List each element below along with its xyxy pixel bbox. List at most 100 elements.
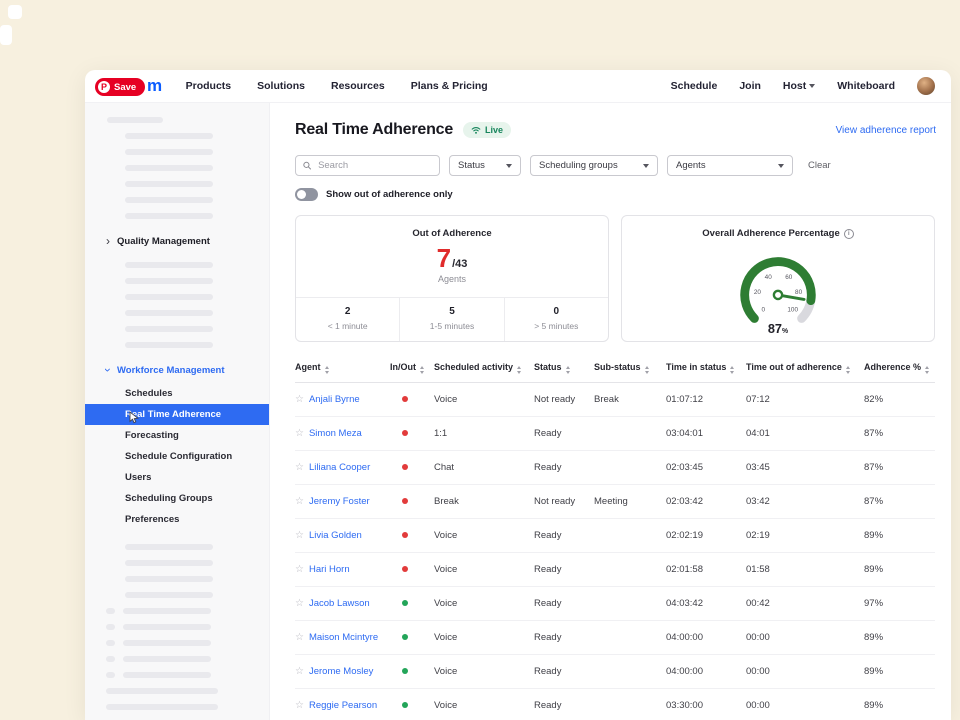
agent-cell: ☆ Jacob Lawson [295, 586, 390, 620]
pinterest-save-button[interactable]: P Save [95, 78, 145, 96]
bucket-over-5-minutes: 0 > 5 minutes [504, 298, 608, 341]
agent-name-link[interactable]: Reggie Pearson [309, 700, 377, 711]
skeleton-row [106, 672, 269, 678]
skeleton-row [106, 608, 269, 614]
status-cell: Not ready [534, 484, 594, 518]
nav-schedule[interactable]: Schedule [671, 80, 718, 92]
star-icon[interactable]: ☆ [295, 394, 304, 405]
toggle-label: Show out of adherence only [326, 189, 453, 200]
column-header-status[interactable]: Status [534, 356, 594, 382]
star-icon[interactable]: ☆ [295, 632, 304, 643]
column-header-inout[interactable]: In/Out [390, 356, 434, 382]
status-cell: Ready [534, 552, 594, 586]
sidebar-item-schedules[interactable]: Schedules [85, 383, 269, 404]
sidebar-item-workforce-management[interactable]: › Workforce Management [85, 361, 269, 379]
view-adherence-report-link[interactable]: View adherence report [836, 125, 936, 136]
column-header-adherence-pct[interactable]: Adherence % [864, 356, 935, 382]
nav-host[interactable]: Host [783, 80, 815, 92]
nav-resources[interactable]: Resources [331, 80, 385, 92]
sidebar-item-schedule-configuration[interactable]: Schedule Configuration [85, 446, 269, 467]
skeleton-bar [125, 310, 213, 316]
agents-table: Agent In/Out Scheduled activity Status S… [295, 356, 935, 720]
out-of-adherence-toggle[interactable] [295, 188, 318, 201]
status-cell: Ready [534, 620, 594, 654]
star-icon[interactable]: ☆ [295, 666, 304, 677]
search-input-wrapper[interactable] [295, 155, 440, 176]
agent-name-link[interactable]: Anjali Byrne [309, 394, 360, 405]
star-icon[interactable]: ☆ [295, 496, 304, 507]
skeleton-bar [125, 197, 213, 203]
sidebar-item-quality-management[interactable]: › Quality Management [85, 232, 269, 250]
time-in-status-cell: 02:02:19 [666, 518, 746, 552]
bucket-under-1-minute: 2 < 1 minute [296, 298, 399, 341]
status-dropdown[interactable]: Status [449, 155, 521, 176]
sidebar-item-users[interactable]: Users [85, 467, 269, 488]
sidebar-item-scheduling-groups[interactable]: Scheduling Groups [85, 488, 269, 509]
table-row[interactable]: ☆Maison Mcintyre Voice Ready 04:00:00 00… [295, 620, 935, 654]
wifi-icon [471, 126, 481, 134]
gauge-value: 87% [768, 321, 788, 336]
table-row[interactable]: ☆Jerome Mosley Voice Ready 04:00:00 00:0… [295, 654, 935, 688]
star-icon[interactable]: ☆ [295, 462, 304, 473]
scheduled-activity-cell: Voice [434, 518, 534, 552]
star-icon[interactable]: ☆ [295, 598, 304, 609]
cursor-icon [129, 411, 140, 424]
column-header-agent[interactable]: Agent [295, 356, 390, 382]
agent-name-link[interactable]: Simon Meza [309, 428, 362, 439]
sidebar-item-preferences[interactable]: Preferences [85, 509, 269, 530]
agent-name-link[interactable]: Liliana Cooper [309, 462, 370, 473]
column-header-time-out-of-adherence[interactable]: Time out of adherence [746, 356, 864, 382]
star-icon[interactable]: ☆ [295, 530, 304, 541]
star-icon[interactable]: ☆ [295, 564, 304, 575]
table-row[interactable]: ☆Simon Meza 1:1 Ready 03:04:01 04:01 87% [295, 416, 935, 450]
table-row[interactable]: ☆Reggie Pearson Voice Ready 03:30:00 00:… [295, 688, 935, 720]
pinterest-icon: P [98, 81, 110, 93]
avatar[interactable] [917, 77, 935, 95]
adherence-pct-cell: 89% [864, 518, 935, 552]
table-row[interactable]: ☆Hari Horn Voice Ready 02:01:58 01:58 89… [295, 552, 935, 586]
agent-cell: ☆ Livia Golden [295, 518, 390, 552]
star-icon[interactable]: ☆ [295, 700, 304, 711]
status-cell: Ready [534, 450, 594, 484]
table-row[interactable]: ☆Jeremy Foster Break Not ready Meeting 0… [295, 484, 935, 518]
info-icon[interactable]: i [844, 229, 854, 239]
column-header-scheduled-activity[interactable]: Scheduled activity [434, 356, 534, 382]
nav-whiteboard[interactable]: Whiteboard [837, 80, 895, 92]
search-input[interactable] [316, 159, 432, 172]
nav-plans-pricing[interactable]: Plans & Pricing [411, 80, 488, 92]
scheduled-activity-cell: Voice [434, 552, 534, 586]
scheduled-activity-cell: Voice [434, 688, 534, 720]
agent-name-link[interactable]: Hari Horn [309, 564, 350, 575]
inout-dot [402, 600, 408, 606]
sidebar-item-forecasting[interactable]: Forecasting [85, 425, 269, 446]
agent-name-link[interactable]: Jerome Mosley [309, 666, 373, 677]
sort-icon [730, 366, 734, 374]
agent-name-link[interactable]: Livia Golden [309, 530, 362, 541]
star-icon[interactable]: ☆ [295, 428, 304, 439]
nav-products[interactable]: Products [186, 80, 232, 92]
top-navigation: P Save m Products Solutions Resources Pl… [85, 70, 951, 103]
table-row[interactable]: ☆Jacob Lawson Voice Ready 04:03:42 00:42… [295, 586, 935, 620]
zoom-logo[interactable]: m [147, 76, 162, 96]
sidebar: › Quality Management › Workforce Managem… [85, 103, 270, 720]
sidebar-item-real-time-adherence[interactable]: Real Time Adherence [85, 404, 269, 425]
sort-icon [925, 366, 929, 374]
column-header-sub-status[interactable]: Sub-status [594, 356, 666, 382]
table-row[interactable]: ☆Liliana Cooper Chat Ready 02:03:45 03:4… [295, 450, 935, 484]
inout-cell [390, 688, 434, 720]
table-row[interactable]: ☆Anjali Byrne Voice Not ready Break 01:0… [295, 382, 935, 416]
adherence-pct-cell: 89% [864, 552, 935, 586]
agent-name-link[interactable]: Jeremy Foster [309, 496, 370, 507]
clear-filters-button[interactable]: Clear [808, 160, 831, 171]
agent-name-link[interactable]: Jacob Lawson [309, 598, 370, 609]
table-row[interactable]: ☆Livia Golden Voice Ready 02:02:19 02:19… [295, 518, 935, 552]
agents-dropdown[interactable]: Agents [667, 155, 793, 176]
scheduling-groups-dropdown[interactable]: Scheduling groups [530, 155, 658, 176]
agent-name-link[interactable]: Maison Mcintyre [309, 632, 378, 643]
skeleton-bar [125, 544, 213, 550]
column-header-time-in-status[interactable]: Time in status [666, 356, 746, 382]
nav-join[interactable]: Join [739, 80, 761, 92]
nav-solutions[interactable]: Solutions [257, 80, 305, 92]
adherence-gauge: 0 20 40 60 80 100 87% [622, 241, 934, 339]
scheduled-activity-cell: Voice [434, 382, 534, 416]
